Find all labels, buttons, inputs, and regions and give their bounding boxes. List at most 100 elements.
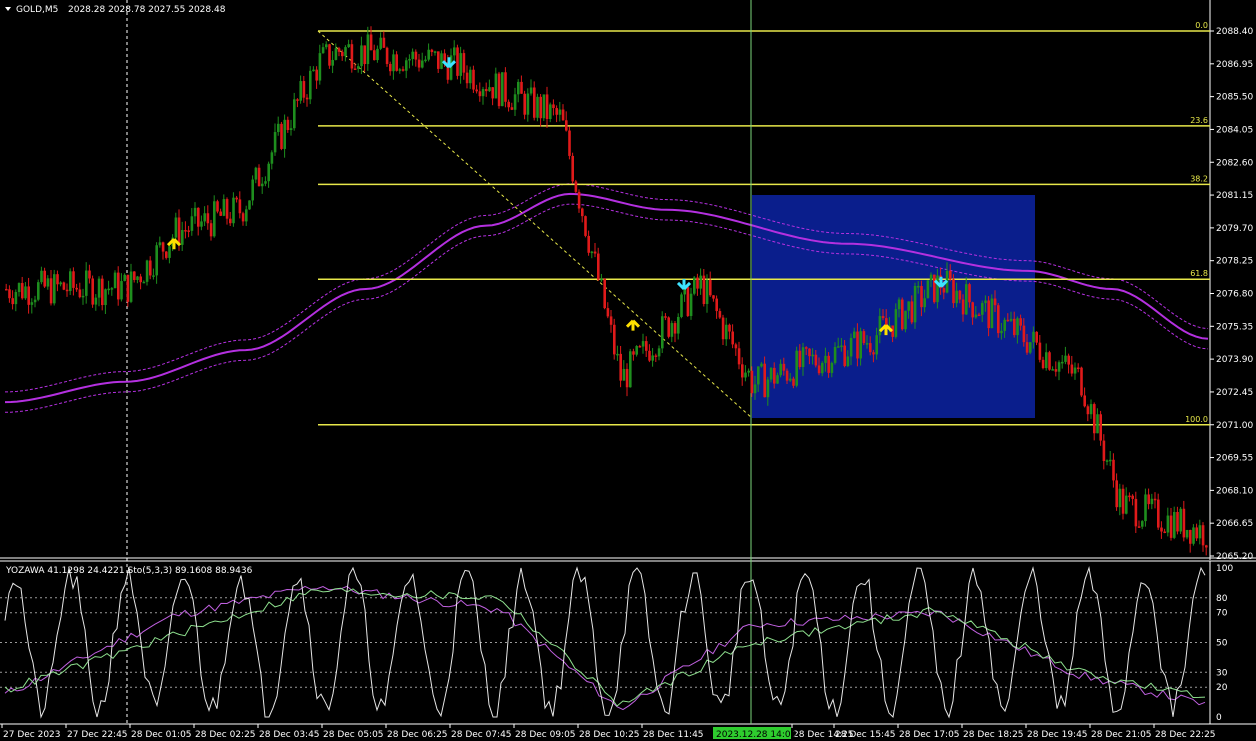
price-tick-label: 2085.50	[1216, 93, 1253, 103]
candle-bear	[161, 242, 165, 252]
candle-bear	[721, 317, 725, 340]
candle-bull	[641, 341, 645, 347]
candle-bear	[1112, 459, 1115, 481]
candle-bear	[523, 93, 526, 115]
candle-bear	[72, 271, 75, 288]
candle-bull	[136, 276, 139, 280]
candle-bull	[789, 378, 792, 381]
candle-bull	[1089, 404, 1093, 415]
candle-bear	[702, 275, 706, 304]
crosshair-time-label: 2023.12.28 14:00	[716, 730, 797, 740]
candle-bear	[625, 368, 629, 388]
candle-bear	[750, 370, 754, 394]
oscillator-axis-label: 0	[1216, 713, 1222, 723]
candle-bear	[1205, 545, 1208, 548]
time-tick-label: 28 Dec 21:05	[1091, 730, 1152, 740]
candle-bear	[648, 350, 651, 361]
candle-bull	[360, 45, 363, 67]
price-tick-label: 2078.25	[1216, 257, 1253, 267]
candle-bear	[302, 81, 306, 98]
candle-bear	[568, 130, 571, 156]
candle-bear	[574, 181, 578, 192]
oscillator-axis-label: 80	[1216, 594, 1228, 604]
time-tick-label: 28 Dec 09:05	[515, 730, 576, 740]
candle-bull	[376, 48, 379, 61]
price-tick-label: 2082.60	[1216, 158, 1253, 168]
candle-bear	[280, 123, 283, 149]
candle-bear	[117, 272, 120, 300]
candle-bear	[619, 353, 622, 381]
candle-bear	[872, 352, 875, 355]
candle-bull	[629, 351, 632, 388]
candle-bear	[1099, 414, 1102, 441]
oscillator-axis: 100 80 70 50 30 20 0	[1216, 564, 1233, 723]
chart-canvas[interactable]: 0.0 23.6 38.2 61.8 100.0 2088.40 2086.95 2085.…	[0, 0, 1256, 741]
candle-bull	[744, 372, 747, 378]
candle-bear	[961, 299, 965, 315]
candle-bear	[1102, 440, 1106, 461]
candle-bear	[664, 316, 667, 318]
candle-bull	[270, 152, 274, 164]
candle-bull	[1016, 318, 1019, 336]
dropdown-triangle-icon[interactable]	[5, 7, 11, 11]
candle-bull	[1118, 488, 1122, 508]
oscillator-series-line	[4, 585, 1206, 711]
candle-bear	[1153, 498, 1157, 501]
candle-bear	[1054, 369, 1058, 372]
candle-bear	[43, 270, 46, 287]
candle-bear	[1131, 495, 1134, 499]
candle-bull	[488, 87, 491, 92]
candle-bear	[792, 378, 795, 386]
candle-bull	[821, 362, 824, 374]
price-tick-label: 2079.70	[1216, 224, 1253, 234]
candle-bear	[997, 305, 1000, 334]
candle-bear	[341, 51, 344, 57]
time-tick-label: 28 Dec 15:45	[835, 730, 896, 740]
time-tick-label: 28 Dec 06:25	[387, 730, 448, 740]
candle-bear	[472, 69, 475, 90]
candle-bull	[853, 331, 856, 338]
candle-bull	[81, 295, 85, 298]
candle-bull	[1096, 414, 1099, 434]
candle-bear	[414, 51, 418, 60]
candle-bull	[878, 316, 882, 336]
candle-bull	[840, 345, 843, 348]
candle-bear	[731, 331, 734, 345]
candle-bull	[129, 271, 133, 302]
candle-bear	[350, 44, 354, 69]
candle-bear	[862, 331, 866, 344]
candle-bull	[1003, 319, 1006, 331]
candle-bull	[181, 230, 184, 245]
candle-bear	[437, 51, 440, 69]
candle-bear	[552, 104, 555, 109]
candle-bull	[837, 346, 840, 348]
candle-bear	[763, 363, 766, 398]
candle-bear	[485, 89, 488, 92]
candle-bull	[245, 209, 248, 222]
candle-bear	[977, 314, 981, 317]
candle-bull	[123, 274, 126, 282]
candle-bull	[97, 278, 101, 298]
candle-bull	[929, 274, 933, 281]
candle-bull	[331, 59, 334, 66]
candle-bear	[539, 96, 542, 119]
candle-bear	[910, 301, 914, 323]
candle-bull	[990, 298, 994, 329]
candle-bear	[430, 49, 434, 53]
candle-bear	[667, 317, 670, 337]
candle-bear	[235, 197, 238, 200]
candle-bull	[427, 49, 430, 60]
candle-bull	[222, 199, 226, 216]
candle-bull	[357, 66, 360, 69]
candle-bull	[232, 197, 235, 224]
candle-bull	[1073, 367, 1077, 374]
candle-bull	[811, 354, 814, 357]
price-tick-label: 2075.35	[1216, 322, 1253, 332]
candle-bear	[382, 37, 386, 48]
candle-bull	[526, 93, 530, 115]
candle-bear	[1128, 495, 1131, 498]
candle-bull	[120, 281, 123, 300]
candle-bear	[88, 270, 91, 279]
candle-bear	[187, 230, 190, 232]
time-tick-label: 27 Dec 22:45	[67, 730, 128, 740]
